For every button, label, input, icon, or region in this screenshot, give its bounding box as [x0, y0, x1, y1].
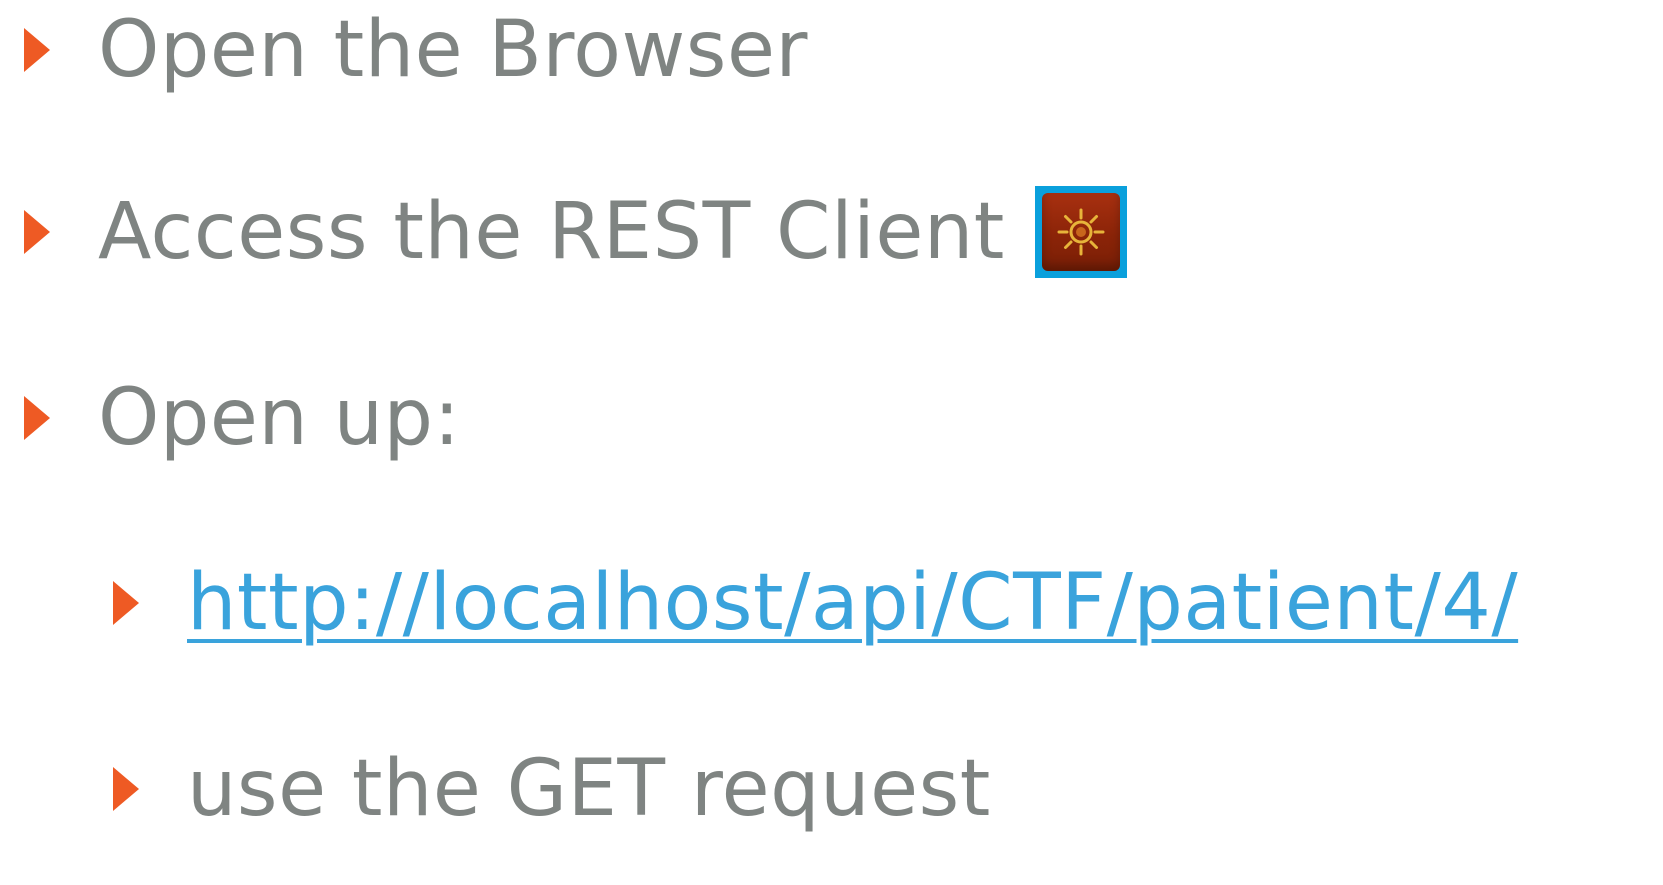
- bullet-open-up: Open up:: [24, 370, 460, 466]
- bullet-arrow-icon: [113, 767, 139, 811]
- bullet-text: Access the REST Client: [98, 187, 1005, 277]
- bullet-access-rest-client: Access the REST Client: [24, 184, 1127, 280]
- rest-client-icon[interactable]: [1034, 186, 1127, 278]
- bullet-arrow-icon: [113, 581, 139, 625]
- sun-gear-icon: [1057, 208, 1105, 256]
- api-url-link[interactable]: http://localhost/api/CTF/patient/4/: [187, 555, 1518, 651]
- bullet-arrow-icon: [24, 396, 50, 440]
- bullet-text: use the GET request: [187, 744, 991, 834]
- bullet-arrow-icon: [24, 210, 50, 254]
- bullet-text: Open up:: [98, 373, 461, 463]
- subbullet-get-request: use the GET request: [113, 741, 991, 837]
- bullet-arrow-icon: [24, 28, 50, 72]
- bullet-open-browser: Open the Browser: [24, 2, 808, 98]
- bullet-text: Open the Browser: [98, 5, 808, 95]
- rest-client-icon-body: [1041, 193, 1120, 271]
- subbullet-url: http://localhost/api/CTF/patient/4/: [113, 555, 1518, 651]
